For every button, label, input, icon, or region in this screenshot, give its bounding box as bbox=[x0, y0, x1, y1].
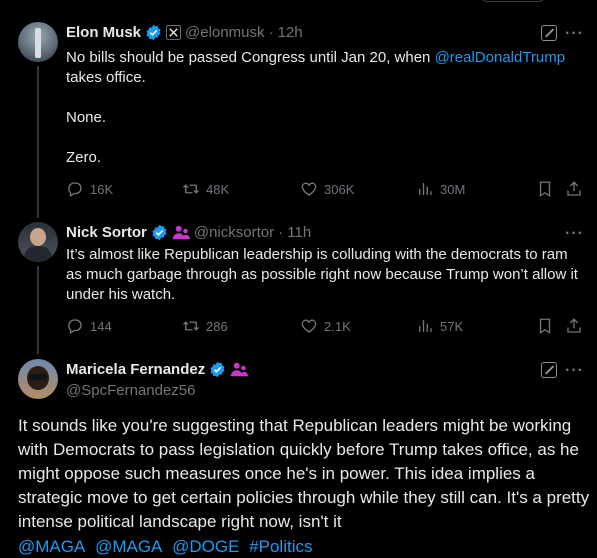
thread-line bbox=[37, 66, 39, 218]
timestamp[interactable]: · 12h bbox=[268, 24, 302, 41]
tweet-text: It’s almost like Republican leadership i… bbox=[66, 246, 578, 303]
avatar[interactable] bbox=[18, 22, 58, 62]
bookmark-icon bbox=[539, 181, 551, 198]
author-handle[interactable]: @nicksortor bbox=[194, 224, 274, 241]
grok-icon[interactable] bbox=[541, 25, 557, 41]
repost-icon bbox=[183, 184, 199, 194]
bookmark-button[interactable] bbox=[536, 317, 554, 335]
heart-icon bbox=[301, 319, 317, 333]
tweet-text-part: takes office. bbox=[66, 69, 146, 86]
tweet-header: Elon Musk @elonmusk · 12h bbox=[66, 24, 303, 41]
mention-link[interactable]: @DOGE bbox=[172, 537, 239, 556]
like-count: 2.1K bbox=[324, 318, 351, 334]
thread-line bbox=[37, 266, 39, 354]
reply-icon bbox=[68, 182, 82, 197]
bookmark-button[interactable] bbox=[536, 180, 554, 198]
reply-count: 144 bbox=[90, 318, 112, 334]
author-name[interactable]: Elon Musk bbox=[66, 24, 141, 41]
reply-icon bbox=[68, 319, 82, 334]
like-count: 306K bbox=[324, 181, 355, 197]
repost-icon bbox=[183, 321, 199, 331]
analytics-icon bbox=[419, 320, 432, 332]
author-handle[interactable]: @SpcFernandez56 bbox=[66, 382, 195, 399]
share-button[interactable] bbox=[565, 180, 583, 198]
repost-button[interactable]: 286 bbox=[182, 317, 228, 335]
tweet-text: No bills should be passed Congress until… bbox=[66, 48, 586, 88]
tweet-text-line: Zero. bbox=[66, 149, 102, 166]
analytics-icon bbox=[419, 183, 432, 195]
heart-icon bbox=[301, 182, 317, 196]
timestamp[interactable]: · 11h bbox=[278, 224, 311, 241]
tweet-header: Maricela Fernandez bbox=[66, 361, 249, 378]
author-name[interactable]: Maricela Fernandez bbox=[66, 361, 205, 378]
views-button[interactable]: 30M bbox=[416, 180, 465, 198]
share-button[interactable] bbox=[565, 317, 583, 335]
main-tweet-text: It sounds like you're suggesting that Re… bbox=[18, 416, 590, 531]
action-bar: 144 286 2.1K 57K bbox=[66, 317, 586, 337]
share-icon bbox=[567, 181, 581, 196]
action-bar: 16K 48K 306K 30M bbox=[66, 180, 586, 200]
bookmark-icon bbox=[539, 318, 551, 335]
views-button[interactable]: 57K bbox=[416, 317, 463, 335]
author-handle[interactable]: @elonmusk bbox=[185, 24, 264, 41]
tweet-header: Nick Sortor @nicksortor · 11h bbox=[66, 224, 311, 241]
more-options-icon[interactable]: ··· bbox=[565, 26, 584, 42]
reply-button[interactable]: 16K bbox=[66, 180, 113, 198]
top-button-partial[interactable] bbox=[480, 0, 546, 2]
reply-count: 16K bbox=[90, 181, 114, 197]
hashtags-row: @MAGA @MAGA @DOGE #Politics bbox=[18, 535, 318, 558]
avatar[interactable] bbox=[18, 359, 58, 399]
share-icon bbox=[567, 318, 581, 333]
mention-link[interactable]: @realDonaldTrump bbox=[435, 49, 566, 66]
like-button[interactable]: 306K bbox=[300, 180, 354, 198]
mention-link[interactable]: @MAGA bbox=[95, 537, 162, 556]
x-logo-icon bbox=[166, 25, 182, 40]
like-button[interactable]: 2.1K bbox=[300, 317, 351, 335]
views-count: 57K bbox=[440, 318, 464, 334]
avatar[interactable] bbox=[18, 222, 58, 262]
affiliate-people-icon bbox=[230, 361, 249, 378]
grok-icon[interactable] bbox=[541, 362, 557, 378]
hashtag-link[interactable]: #Politics bbox=[249, 537, 312, 556]
repost-count: 48K bbox=[206, 181, 230, 197]
author-name[interactable]: Nick Sortor bbox=[66, 224, 147, 241]
tweet-text-part: No bills should be passed Congress until… bbox=[66, 49, 435, 66]
verified-badge-icon bbox=[209, 361, 226, 378]
verified-badge-icon bbox=[151, 224, 168, 241]
tweet-text-line: None. bbox=[66, 109, 107, 126]
repost-count: 286 bbox=[206, 318, 228, 334]
mention-link[interactable]: @MAGA bbox=[18, 537, 85, 556]
reply-button[interactable]: 144 bbox=[66, 317, 112, 335]
more-options-icon[interactable]: ··· bbox=[565, 226, 584, 242]
affiliate-people-icon bbox=[172, 224, 190, 241]
views-count: 30M bbox=[440, 181, 466, 197]
verified-badge-icon bbox=[145, 24, 162, 41]
more-options-icon[interactable]: ··· bbox=[565, 363, 584, 379]
repost-button[interactable]: 48K bbox=[182, 180, 229, 198]
